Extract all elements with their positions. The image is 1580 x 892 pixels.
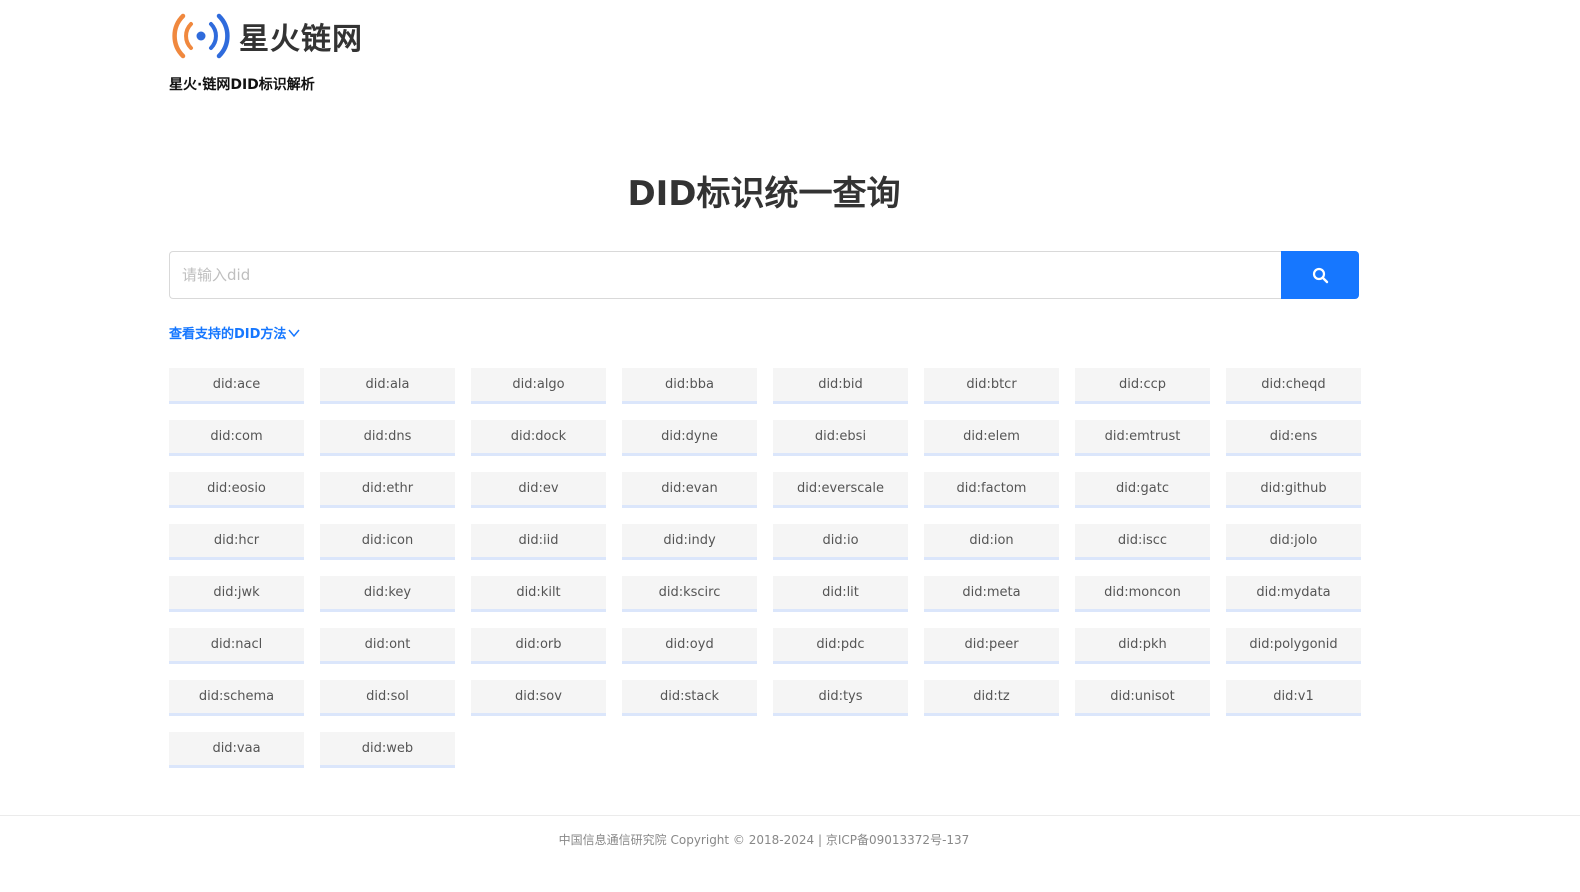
footer-divider <box>0 815 1580 816</box>
did-method-tag[interactable]: did:stack <box>622 680 757 716</box>
did-search-input[interactable] <box>169 251 1281 299</box>
did-method-tag[interactable]: did:meta <box>924 576 1059 612</box>
did-method-tag[interactable]: did:sol <box>320 680 455 716</box>
did-method-tag[interactable]: did:polygonid <box>1226 628 1361 664</box>
did-method-tag[interactable]: did:nacl <box>169 628 304 664</box>
did-method-tag[interactable]: did:tz <box>924 680 1059 716</box>
did-methods-grid: did:ace did:ala did:algo did:bba did:bid did:… <box>169 368 1361 768</box>
did-method-tag[interactable]: did:sov <box>471 680 606 716</box>
did-method-tag[interactable]: did:v1 <box>1226 680 1361 716</box>
did-method-tag[interactable]: did:evan <box>622 472 757 508</box>
did-method-tag[interactable]: did:elem <box>924 420 1059 456</box>
did-method-tag[interactable]: did:jolo <box>1226 524 1361 560</box>
did-method-tag[interactable]: did:tys <box>773 680 908 716</box>
did-method-tag[interactable]: did:github <box>1226 472 1361 508</box>
page: 星火链网 星火·链网DID标识解析 DID标识统一查询 查看支持的DID方法 d… <box>0 0 1580 892</box>
did-method-tag[interactable]: did:mydata <box>1226 576 1361 612</box>
signal-broadcast-icon <box>172 13 230 59</box>
did-method-tag[interactable]: did:ebsi <box>773 420 908 456</box>
did-method-tag[interactable]: did:oyd <box>622 628 757 664</box>
did-method-tag[interactable]: did:dyne <box>622 420 757 456</box>
site-footer: 中国信息通信研究院 Copyright © 2018-2024 | 京ICP备0… <box>558 833 970 847</box>
toggle-did-methods-label: 查看支持的DID方法 <box>169 327 287 342</box>
did-method-tag[interactable]: did:everscale <box>773 472 908 508</box>
did-method-tag[interactable]: did:ala <box>320 368 455 404</box>
search-bar <box>169 251 1359 299</box>
did-method-tag[interactable]: did:kscirc <box>622 576 757 612</box>
did-method-tag[interactable]: did:cheqd <box>1226 368 1361 404</box>
did-method-tag[interactable]: did:icon <box>320 524 455 560</box>
did-method-tag[interactable]: did:ens <box>1226 420 1361 456</box>
did-method-tag[interactable]: did:pdc <box>773 628 908 664</box>
did-method-tag[interactable]: did:ev <box>471 472 606 508</box>
did-method-tag[interactable]: did:indy <box>622 524 757 560</box>
did-method-tag[interactable]: did:btcr <box>924 368 1059 404</box>
did-method-tag[interactable]: did:jwk <box>169 576 304 612</box>
did-method-tag[interactable]: did:peer <box>924 628 1059 664</box>
did-method-tag[interactable]: did:gatc <box>1075 472 1210 508</box>
did-method-tag[interactable]: did:eosio <box>169 472 304 508</box>
did-method-tag[interactable]: did:dock <box>471 420 606 456</box>
search-icon <box>1312 267 1328 283</box>
did-method-tag[interactable]: did:schema <box>169 680 304 716</box>
toggle-did-methods-link[interactable]: 查看支持的DID方法 <box>169 323 300 342</box>
did-method-tag[interactable]: did:factom <box>924 472 1059 508</box>
did-method-tag[interactable]: did:iid <box>471 524 606 560</box>
did-method-tag[interactable]: did:kilt <box>471 576 606 612</box>
page-title: DID标识统一查询 <box>627 174 901 214</box>
did-method-tag[interactable]: did:algo <box>471 368 606 404</box>
chevron-down-icon <box>288 329 300 337</box>
site-header: 星火链网 星火·链网DID标识解析 <box>169 10 363 94</box>
did-method-tag[interactable]: did:emtrust <box>1075 420 1210 456</box>
did-method-tag[interactable]: did:com <box>169 420 304 456</box>
did-method-tag[interactable]: did:vaa <box>169 732 304 768</box>
did-method-tag[interactable]: did:web <box>320 732 455 768</box>
did-method-tag[interactable]: did:pkh <box>1075 628 1210 664</box>
did-method-tag[interactable]: did:moncon <box>1075 576 1210 612</box>
did-method-tag[interactable]: did:io <box>773 524 908 560</box>
search-button[interactable] <box>1281 251 1359 299</box>
did-method-tag[interactable]: did:ion <box>924 524 1059 560</box>
did-method-tag[interactable]: did:dns <box>320 420 455 456</box>
did-method-tag[interactable]: did:iscc <box>1075 524 1210 560</box>
site-subtitle: 星火·链网DID标识解析 <box>169 77 315 93</box>
logo-text: 星火链网 <box>239 22 363 57</box>
did-method-tag[interactable]: did:ace <box>169 368 304 404</box>
did-method-tag[interactable]: did:hcr <box>169 524 304 560</box>
did-method-tag[interactable]: did:key <box>320 576 455 612</box>
did-method-tag[interactable]: did:bid <box>773 368 908 404</box>
did-method-tag[interactable]: did:ccp <box>1075 368 1210 404</box>
site-logo[interactable]: 星火链网 <box>169 10 363 62</box>
did-method-tag[interactable]: did:bba <box>622 368 757 404</box>
did-method-tag[interactable]: did:lit <box>773 576 908 612</box>
did-method-tag[interactable]: did:orb <box>471 628 606 664</box>
did-method-tag[interactable]: did:ont <box>320 628 455 664</box>
did-method-tag[interactable]: did:unisot <box>1075 680 1210 716</box>
did-method-tag[interactable]: did:ethr <box>320 472 455 508</box>
